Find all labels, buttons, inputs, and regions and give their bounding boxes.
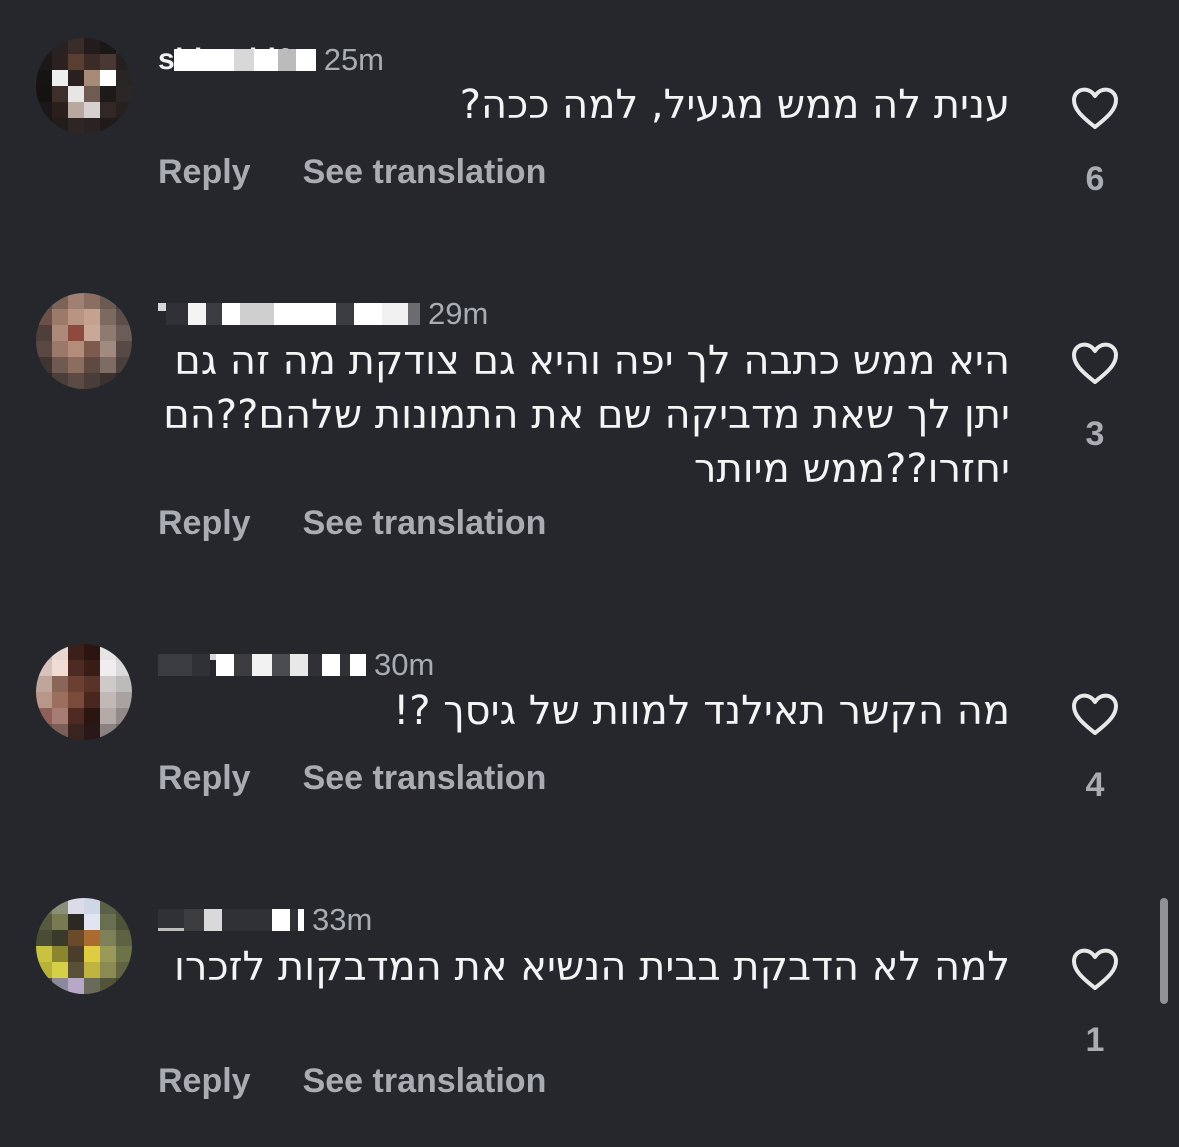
like-count: 6: [1085, 160, 1105, 198]
comment-timestamp: 25m: [323, 42, 385, 77]
comment-timestamp: 30m: [374, 647, 435, 682]
comment-actions: Reply See translation: [158, 759, 546, 798]
like-count: 4: [1085, 766, 1105, 804]
avatar[interactable]: [36, 293, 132, 389]
username-row: 33m: [158, 900, 372, 940]
heart-outline-icon[interactable]: [1070, 86, 1120, 130]
see-translation-button[interactable]: See translation: [303, 153, 547, 192]
comment-timestamp: 29m: [428, 296, 489, 331]
comment-text: למה לא הדבקת בבית הנשיא את המדבקות לזכרו: [174, 944, 1010, 990]
reply-button[interactable]: Reply: [158, 759, 251, 798]
username-redaction: [158, 303, 420, 325]
like-control: 3: [1068, 341, 1122, 454]
reply-button[interactable]: Reply: [158, 153, 251, 192]
like-count: 1: [1085, 1021, 1105, 1059]
heart-outline-icon[interactable]: [1070, 947, 1120, 991]
see-translation-button[interactable]: See translation: [303, 1062, 547, 1101]
username-redaction: [158, 909, 304, 931]
comment-actions: Reply See translation: [158, 1062, 546, 1101]
heart-outline-icon[interactable]: [1070, 341, 1120, 385]
heart-outline-icon[interactable]: [1070, 692, 1120, 736]
like-control: 6: [1068, 86, 1122, 199]
reply-button[interactable]: Reply: [158, 1062, 251, 1101]
comment-text: היא ממש כתבה לך יפה והיא גם צודקת מה זה …: [163, 338, 1010, 492]
avatar[interactable]: [36, 898, 132, 994]
comment-text: מה הקשר תאילנד למוות של גיסך ?!: [393, 688, 1010, 734]
like-control: 4: [1068, 692, 1122, 805]
avatar[interactable]: [36, 38, 132, 134]
username-row: 30m: [158, 645, 434, 685]
username-row: 29m: [158, 294, 488, 334]
comment-timestamp: 33m: [312, 902, 373, 937]
comment-actions: Reply See translation: [158, 153, 546, 192]
like-control: 1: [1068, 947, 1122, 1060]
see-translation-button[interactable]: See translation: [303, 759, 547, 798]
scrollbar[interactable]: [1160, 898, 1168, 1004]
like-count: 3: [1085, 415, 1105, 453]
see-translation-button[interactable]: See translation: [303, 504, 547, 543]
comment-actions: Reply See translation: [158, 504, 546, 543]
username-row: shlombi6 25m: [158, 40, 384, 80]
username-redaction: [158, 654, 366, 676]
reply-button[interactable]: Reply: [158, 504, 251, 543]
comment-text: ענית לה ממש מגעיל, למה ככה?: [459, 82, 1010, 128]
avatar[interactable]: [36, 644, 132, 740]
username-redaction: [173, 49, 316, 71]
